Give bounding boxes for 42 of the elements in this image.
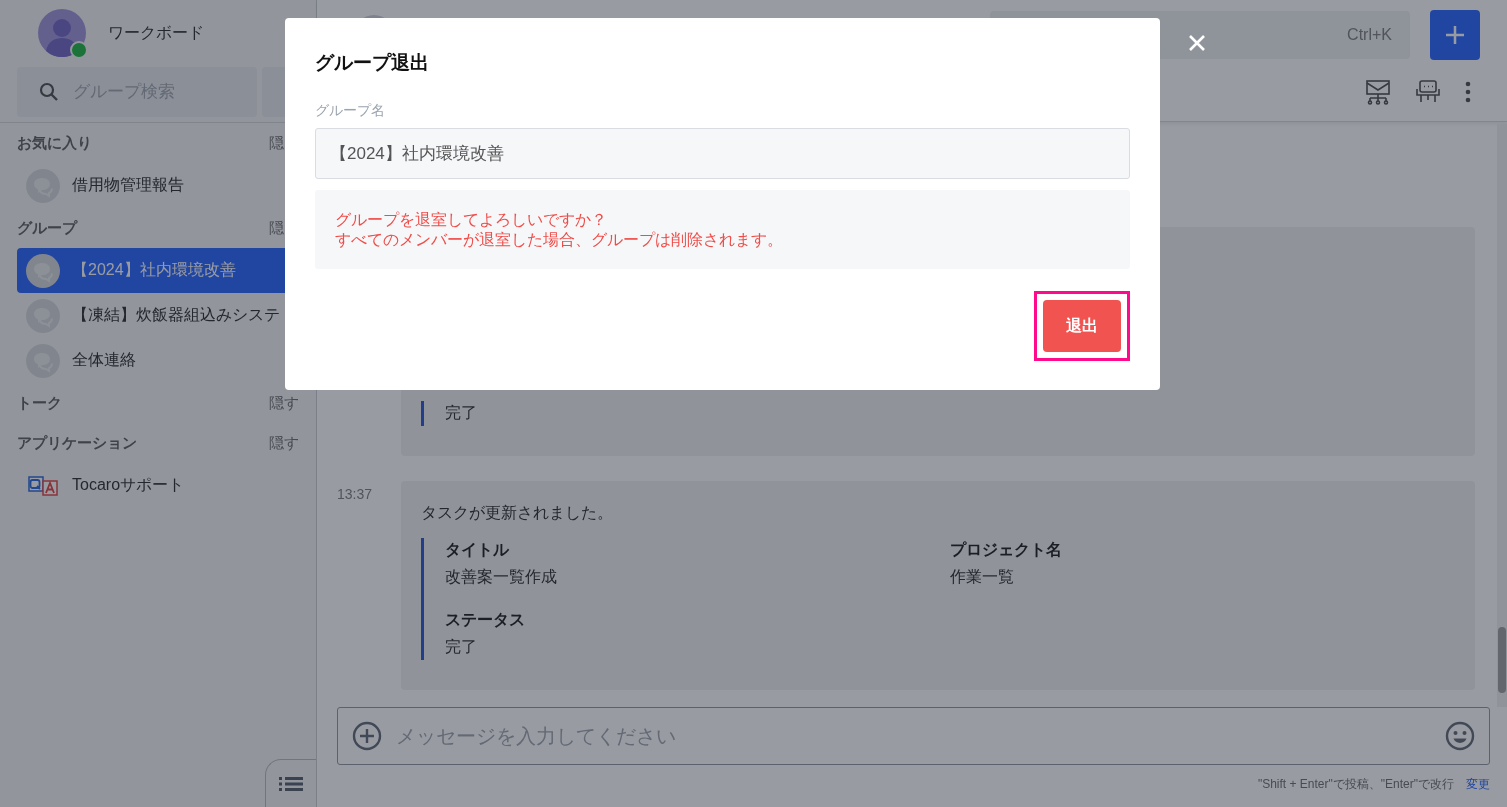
warning-message: グループを退室してよろしいですか？ すべてのメンバーが退室した場合、グループは削除されます。 xyxy=(315,190,1130,269)
field-label: グループ名 xyxy=(315,102,386,120)
dialog-title: グループ退出 xyxy=(315,51,430,75)
list-icon xyxy=(279,775,303,792)
inbox-network-icon[interactable] xyxy=(1365,79,1391,105)
section-heading: お気に入り xyxy=(17,133,92,153)
leave-button[interactable]: 退出 xyxy=(1043,300,1121,352)
section-heading: アプリケーション xyxy=(17,433,137,453)
group-item[interactable]: 借用物管理報告 xyxy=(17,163,316,208)
more-icon[interactable] xyxy=(1465,81,1471,103)
hide-section-link[interactable]: 隠す xyxy=(269,393,299,413)
workspace-name: ワークボード xyxy=(108,22,204,43)
section-heading: グループ xyxy=(17,218,77,238)
field-label: プロジェクト名 xyxy=(950,540,1063,560)
new-button[interactable] xyxy=(1430,10,1480,60)
send-hint: "Shift + Enter"で投稿、"Enter"で改行 xyxy=(1257,776,1454,793)
list-toggle-button[interactable] xyxy=(265,759,316,807)
chat-chair-icon[interactable] xyxy=(1415,79,1441,105)
search-icon xyxy=(39,82,59,102)
field-value: 完了 xyxy=(445,403,478,423)
field-label: ステータス xyxy=(445,610,526,630)
field-value: 改善案一覧作成 xyxy=(445,567,558,587)
scrollbar[interactable] xyxy=(1497,124,1507,707)
close-icon[interactable] xyxy=(1188,34,1206,52)
plus-icon xyxy=(1445,25,1465,45)
field-label: タイトル xyxy=(445,540,510,560)
field-value: 完了 xyxy=(445,637,478,657)
message-text: タスクが更新されました。 xyxy=(421,503,614,523)
message-time: 13:37 xyxy=(337,485,374,504)
emoji-icon[interactable] xyxy=(1445,721,1475,751)
group-item[interactable]: 全体連絡 xyxy=(17,338,316,383)
chat-bubbles-icon xyxy=(26,253,60,288)
group-name-field[interactable]: 【2024】社内環境改善 xyxy=(315,128,1130,179)
app-item[interactable]: Tocaroサポート xyxy=(17,463,316,508)
shortcut-hint: Ctrl+K xyxy=(1347,26,1392,44)
change-link[interactable]: 変更 xyxy=(1466,776,1490,793)
add-circle-icon[interactable] xyxy=(352,721,382,751)
avatar-icon[interactable] xyxy=(38,9,86,57)
field-value: 作業一覧 xyxy=(950,567,1015,587)
group-item[interactable]: 【凍結】炊飯器組込みシステ xyxy=(17,293,316,338)
section-heading: トーク xyxy=(17,393,62,413)
hide-section-link[interactable]: 隠す xyxy=(269,433,299,453)
